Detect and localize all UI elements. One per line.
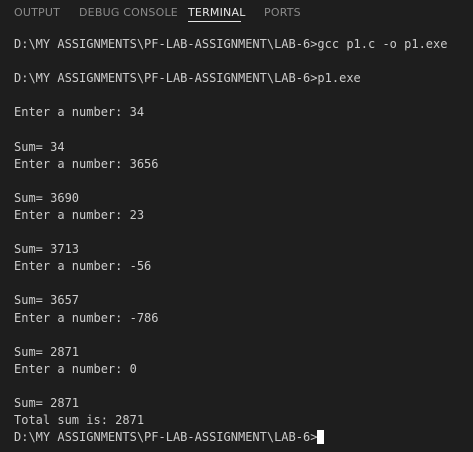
terminal-panel: OUTPUT DEBUG CONSOLE TERMINAL PORTS D:\M… bbox=[0, 0, 473, 452]
terminal-line: Enter a number: 23 bbox=[14, 207, 145, 222]
terminal-line: Sum= 2871 bbox=[14, 344, 80, 359]
terminal-line: Sum= 3713 bbox=[14, 242, 80, 257]
terminal-prompt-line[interactable]: D:\MY ASSIGNMENTS\PF-LAB-ASSIGNMENT\LAB-… bbox=[14, 429, 473, 446]
terminal-line: Sum= 3657 bbox=[14, 293, 80, 308]
terminal-line: Enter a number: 3656 bbox=[14, 156, 159, 171]
terminal-line: Sum= 2871 bbox=[14, 395, 80, 410]
tab-debug-console[interactable]: DEBUG CONSOLE bbox=[79, 6, 178, 19]
terminal-line: Sum= 3690 bbox=[14, 190, 80, 205]
terminal-output[interactable]: D:\MY ASSIGNMENTS\PF-LAB-ASSIGNMENT\LAB-… bbox=[14, 36, 473, 446]
terminal-line: Total sum is: 2871 bbox=[14, 413, 145, 428]
active-tab-indicator bbox=[188, 21, 241, 22]
terminal-prompt: D:\MY ASSIGNMENTS\PF-LAB-ASSIGNMENT\LAB-… bbox=[14, 430, 318, 445]
terminal-line: D:\MY ASSIGNMENTS\PF-LAB-ASSIGNMENT\LAB-… bbox=[14, 37, 448, 51]
tab-terminal[interactable]: TERMINAL bbox=[188, 6, 246, 19]
panel-tab-bar: OUTPUT DEBUG CONSOLE TERMINAL PORTS bbox=[0, 0, 473, 26]
terminal-cursor bbox=[317, 430, 325, 445]
tab-ports[interactable]: PORTS bbox=[264, 6, 301, 19]
terminal-line: Enter a number: 34 bbox=[14, 105, 145, 120]
terminal-line: Enter a number: -56 bbox=[14, 259, 152, 274]
terminal-line: Sum= 34 bbox=[14, 139, 65, 154]
terminal-line: Enter a number: -786 bbox=[14, 310, 159, 325]
terminal-line: Enter a number: 0 bbox=[14, 361, 137, 376]
terminal-line: D:\MY ASSIGNMENTS\PF-LAB-ASSIGNMENT\LAB-… bbox=[14, 71, 361, 86]
tab-output[interactable]: OUTPUT bbox=[14, 6, 60, 19]
